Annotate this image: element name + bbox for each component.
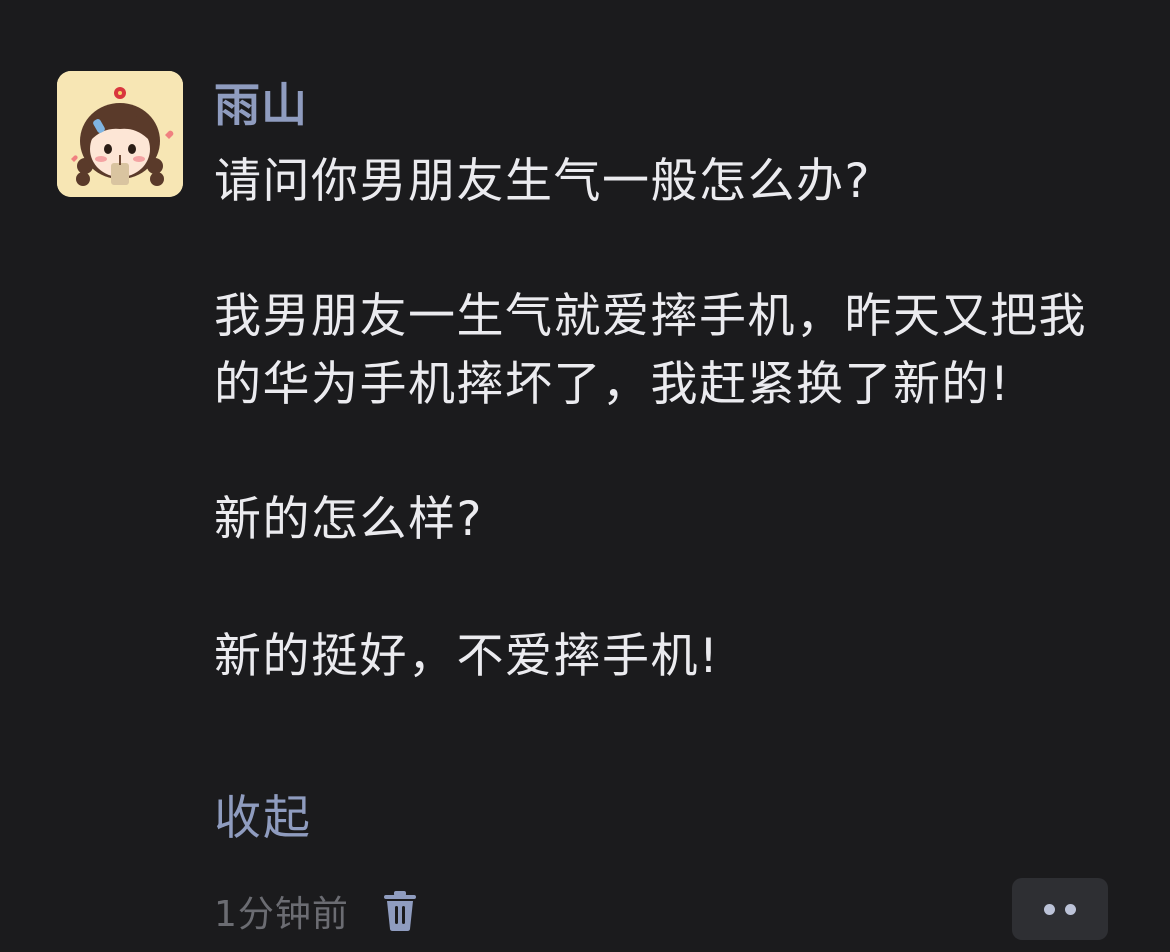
comment-body: 雨山 请问你男朋友生气一般怎么办? 我男朋友一生气就爱摔手机，昨天又把我的华为手… [214, 74, 1134, 691]
username[interactable]: 雨山 [214, 74, 1134, 136]
more-button[interactable] [1012, 878, 1108, 940]
avatar-illustration [57, 71, 183, 197]
trash-icon[interactable] [383, 891, 417, 931]
comment-paragraph: 请问你男朋友生气一般怎么办? [214, 154, 871, 209]
comment-paragraph: 我男朋友一生气就爱摔手机，昨天又把我的华为手机摔坏了，我赶紧换了新的! [214, 289, 1087, 412]
more-dots-icon [1044, 903, 1055, 915]
comment-paragraph: 新的怎么样? [214, 492, 483, 547]
comment-footer: 1分钟前 [214, 885, 417, 937]
collapse-link[interactable]: 收起 [214, 788, 312, 850]
more-dots-icon [1065, 903, 1076, 915]
comment-paragraph: 新的挺好，不爱摔手机! [214, 629, 720, 684]
timestamp: 1分钟前 [214, 894, 349, 935]
avatar[interactable] [57, 71, 183, 197]
